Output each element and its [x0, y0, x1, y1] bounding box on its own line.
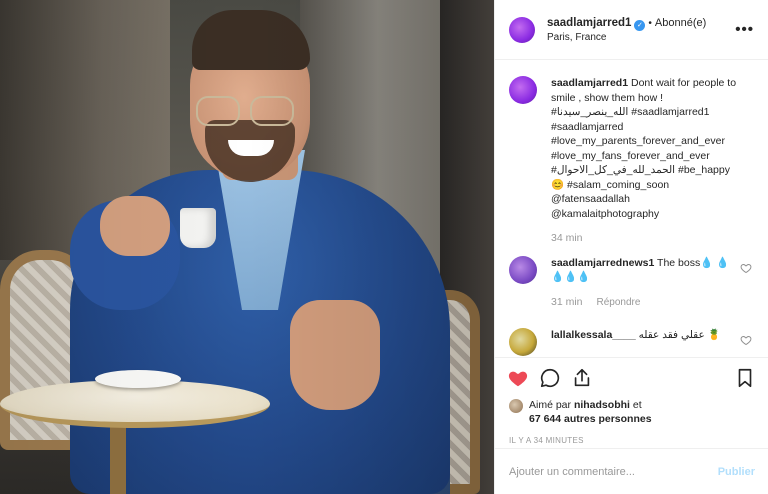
comment-username[interactable]: lallalkessala____: [551, 329, 636, 341]
comment-text: عقلي فقد عقله 🍍: [638, 329, 721, 341]
heart-outline-icon[interactable]: [740, 334, 752, 346]
share-icon[interactable]: [571, 367, 593, 389]
reply-button[interactable]: Répondre: [597, 297, 641, 308]
author-username[interactable]: saadlamjarred1: [547, 17, 631, 29]
likes-others-count[interactable]: 67 644 autres personnes: [529, 413, 652, 425]
post-photo[interactable]: [0, 0, 494, 494]
caption-avatar[interactable]: [509, 76, 537, 104]
commenter-avatar[interactable]: [509, 255, 537, 284]
more-options-icon[interactable]: •••: [735, 21, 754, 38]
likes-prefix: Aimé par: [529, 399, 572, 411]
caption-text: Dont wait for people to smile , show the…: [551, 77, 737, 220]
caption-body: saadlamjarred1 Dont wait for people to s…: [551, 76, 737, 246]
caption-username[interactable]: saadlamjarred1: [551, 77, 628, 89]
caption: saadlamjarred1 Dont wait for people to s…: [509, 76, 754, 246]
publish-button[interactable]: Publier: [718, 466, 755, 478]
heart-icon[interactable]: [507, 367, 529, 389]
caption-time: 34 min: [551, 232, 583, 244]
comment-time: 31 min: [551, 295, 583, 308]
likes-summary: Aimé par nihadsobhi et 67 644 autres per…: [495, 398, 768, 426]
photo-shading: [0, 0, 494, 494]
comment-meta: 31 min Répondre: [551, 295, 737, 311]
comment-body: saadlamjarrednews1 The boss💧 💧💧💧💧 31 min…: [551, 256, 737, 311]
author-meta: saadlamjarred1 ✓ • Abonné(e) Paris, France: [547, 15, 735, 45]
heart-outline-icon[interactable]: [740, 262, 752, 274]
verified-badge-icon: ✓: [634, 19, 646, 31]
post-header: saadlamjarred1 ✓ • Abonné(e) Paris, France …: [495, 0, 768, 60]
likes-text: Aimé par nihadsobhi et 67 644 autres per…: [529, 398, 652, 426]
likes-conjunction: et: [632, 399, 642, 411]
comment-composer: Publier: [495, 448, 768, 494]
action-bar: [495, 358, 768, 398]
comment-icon[interactable]: [539, 367, 561, 389]
comment-input[interactable]: [509, 465, 718, 478]
follow-status-button[interactable]: Abonné(e): [655, 17, 706, 29]
list-item: saadlamjarrednews1 The boss💧 💧💧💧💧 31 min…: [509, 255, 754, 311]
liker-username[interactable]: nihadsobhi: [574, 399, 630, 411]
post-location[interactable]: Paris, France: [547, 31, 735, 45]
action-bar-left: [507, 367, 734, 389]
liker-avatar[interactable]: [509, 399, 523, 413]
post-sidebar: saadlamjarred1 ✓ • Abonné(e) Paris, France …: [494, 0, 768, 494]
separator-dot: •: [648, 17, 652, 29]
comment-body: lallalkessala____ عقلي فقد عقله 🍍: [551, 328, 737, 356]
comments-list[interactable]: saadlamjarred1 Dont wait for people to s…: [495, 60, 768, 358]
author-avatar[interactable]: [509, 16, 535, 43]
list-item: lallalkessala____ عقلي فقد عقله 🍍: [509, 328, 754, 356]
bookmark-icon[interactable]: [734, 367, 756, 389]
comment-username[interactable]: saadlamjarrednews1: [551, 257, 654, 269]
commenter-avatar[interactable]: [509, 328, 537, 356]
